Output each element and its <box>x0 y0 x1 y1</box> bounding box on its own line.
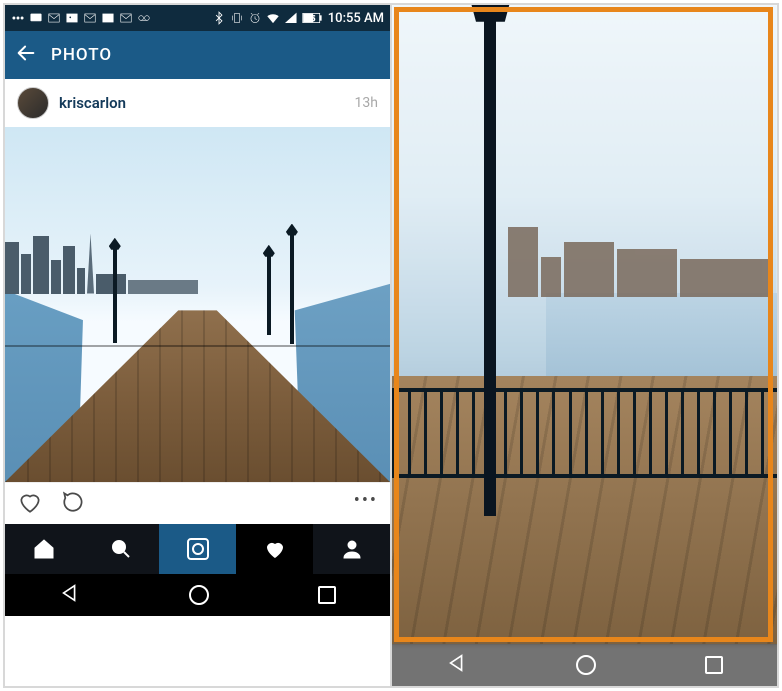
status-icons-left <box>11 11 151 25</box>
tab-search[interactable] <box>82 524 159 574</box>
message-icon <box>29 11 43 25</box>
vibrate-icon <box>230 11 244 25</box>
mail-icon <box>47 11 61 25</box>
tab-camera[interactable] <box>159 524 236 574</box>
android-nav <box>392 644 777 686</box>
back-button[interactable] <box>15 42 37 68</box>
post-time: 13h <box>355 95 378 111</box>
wifi-icon <box>266 11 280 25</box>
post-header: kriscarlon 13h <box>5 79 390 127</box>
app-header: PHOTO <box>5 31 390 79</box>
nav-home-button[interactable] <box>189 585 209 605</box>
tab-profile[interactable] <box>313 524 390 574</box>
header-title: PHOTO <box>51 45 112 65</box>
username[interactable]: kriscarlon <box>59 94 126 112</box>
photo2-icon <box>101 11 115 25</box>
nav-recent-button[interactable] <box>705 656 723 674</box>
nav-back-button[interactable] <box>59 582 81 608</box>
nav-home-button[interactable] <box>576 655 596 675</box>
camera-icon <box>187 538 209 560</box>
streetlamp <box>484 18 496 516</box>
status-icons-right: 55 10:55 AM <box>212 11 384 26</box>
like-button[interactable] <box>17 489 43 519</box>
tab-activity[interactable] <box>236 524 313 574</box>
phone-left: 55 10:55 AM PHOTO kriscarlon 13h <box>3 3 391 688</box>
bluetooth-icon <box>212 11 226 25</box>
nav-recent-button[interactable] <box>318 586 336 604</box>
bottom-nav <box>5 524 390 574</box>
battery-icon: 55 <box>302 11 322 25</box>
more-options-button[interactable]: ••• <box>354 490 378 517</box>
alarm-icon <box>248 11 262 25</box>
more-icon <box>11 11 25 25</box>
nav-back-button[interactable] <box>446 652 468 678</box>
status-time: 10:55 AM <box>328 11 384 26</box>
photo-icon <box>65 11 79 25</box>
zoomed-photo[interactable] <box>392 5 777 644</box>
mail3-icon <box>119 11 133 25</box>
voicemail-icon <box>137 11 151 25</box>
comment-button[interactable] <box>61 489 87 519</box>
status-bar: 55 10:55 AM <box>5 5 390 31</box>
post-photo[interactable] <box>5 127 390 482</box>
post-actions: ••• <box>5 482 390 524</box>
android-nav <box>5 574 390 616</box>
signal-icon <box>284 11 298 25</box>
phone-right <box>391 3 779 688</box>
battery-text: 55 <box>307 15 315 23</box>
tab-home[interactable] <box>5 524 82 574</box>
mail2-icon <box>83 11 97 25</box>
avatar[interactable] <box>17 87 49 119</box>
